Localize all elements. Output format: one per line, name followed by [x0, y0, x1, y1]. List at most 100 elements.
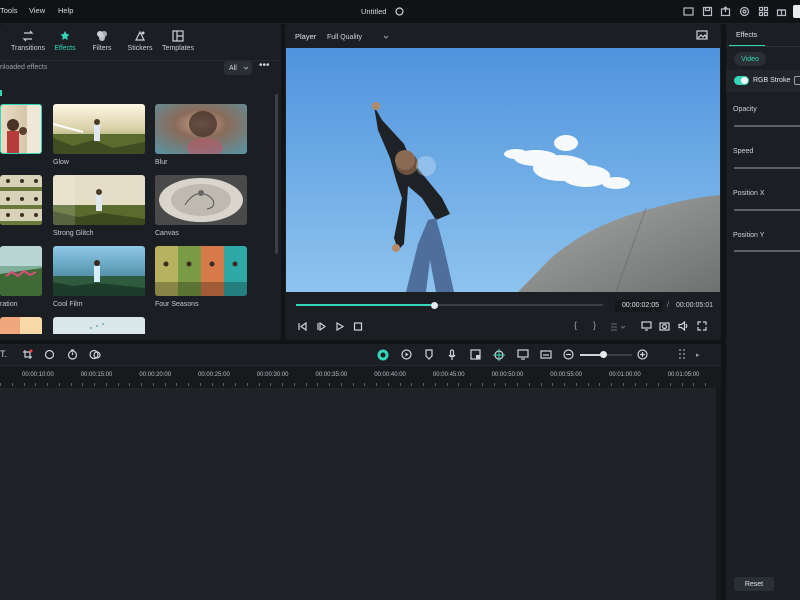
effects-filter-select[interactable]: All — [224, 61, 252, 75]
text-tool-icon[interactable]: T. — [0, 349, 7, 359]
select-value: All — [229, 64, 237, 72]
ai-tools-icon[interactable] — [493, 349, 505, 361]
tab-templates[interactable]: Templates — [157, 30, 199, 56]
gift-icon[interactable] — [776, 6, 787, 17]
play-reverse-icon[interactable] — [316, 322, 326, 331]
timeline-scrollbar[interactable] — [716, 388, 721, 600]
menu-view[interactable]: View — [29, 6, 45, 15]
split-screen-icon[interactable] — [517, 349, 529, 360]
ruler-tick — [693, 383, 695, 386]
filters-icon — [97, 31, 107, 41]
total-time: 00:00:05:01 — [676, 302, 713, 309]
more-options-icon[interactable]: ••• — [259, 60, 270, 71]
support-icon[interactable] — [739, 6, 750, 17]
ruler-tick — [105, 383, 107, 386]
effect-thumbnail-4[interactable] — [0, 175, 42, 225]
play-icon[interactable] — [335, 322, 345, 331]
video-preview[interactable] — [286, 48, 720, 292]
voiceover-icon[interactable] — [470, 349, 481, 360]
export-icon[interactable] — [720, 6, 731, 17]
timer-icon[interactable] — [67, 349, 78, 360]
previous-frame-icon[interactable] — [297, 322, 307, 331]
position-x-slider[interactable] — [734, 209, 800, 211]
login-button[interactable] — [793, 5, 800, 18]
effect-toggle[interactable] — [734, 76, 749, 85]
effect-thumbnail-strong-glitch[interactable] — [53, 175, 145, 225]
camera-icon[interactable] — [659, 321, 670, 331]
effect-thumbnail-cool-film[interactable] — [53, 246, 145, 296]
monitor-icon[interactable] — [683, 6, 694, 17]
save-icon[interactable] — [702, 6, 713, 17]
subtitle-icon[interactable] — [540, 349, 552, 360]
stop-icon[interactable] — [353, 322, 363, 331]
current-time: 00:00:02:05 — [622, 302, 659, 309]
menu-help[interactable]: Help — [58, 6, 73, 15]
ruler-tick — [552, 383, 554, 386]
mark-out-icon[interactable]: } — [593, 320, 596, 330]
volume-icon[interactable] — [678, 321, 689, 331]
effects-icon — [60, 31, 70, 40]
effect-thumbnail-11[interactable] — [53, 317, 145, 334]
zoom-in-icon[interactable] — [637, 349, 648, 360]
cloud-sync-icon[interactable] — [395, 7, 404, 16]
ruler-tick — [223, 383, 225, 386]
ruler-tick — [575, 383, 577, 386]
tab-filters[interactable]: Filters — [82, 30, 122, 56]
snapshot-icon[interactable] — [696, 30, 708, 40]
effect-thumbnail-1[interactable] — [0, 104, 42, 154]
marker-icon[interactable] — [424, 349, 434, 360]
speed-ramp-icon[interactable] — [89, 349, 102, 360]
layout-grid-icon[interactable] — [678, 348, 688, 361]
library-scrollbar[interactable] — [275, 94, 278, 254]
color-icon[interactable] — [44, 349, 55, 360]
apps-grid-icon[interactable] — [758, 6, 769, 17]
effect-thumbnail-glow[interactable] — [53, 104, 145, 154]
effect-thumbnail-10[interactable] — [0, 317, 42, 334]
ruler-tick — [481, 383, 483, 386]
fullscreen-icon[interactable] — [697, 321, 707, 331]
tab-transitions[interactable]: Transitions — [8, 30, 48, 56]
quality-select[interactable]: Full Quality — [327, 30, 389, 44]
speed-slider[interactable] — [734, 167, 800, 169]
effect-thumbnail-canvas[interactable] — [155, 175, 247, 225]
player-label: Player — [295, 32, 317, 41]
opacity-slider[interactable] — [734, 125, 800, 127]
render-icon[interactable] — [401, 349, 412, 360]
subtab-video[interactable]: Video — [734, 52, 766, 66]
playback-progress-track[interactable] — [296, 304, 603, 306]
microphone-icon[interactable] — [447, 349, 457, 360]
menu-tools[interactable]: Tools — [0, 6, 18, 15]
effect-thumbnail-blur[interactable] — [155, 104, 247, 154]
mark-in-icon[interactable]: { — [574, 320, 577, 330]
effect-thumbnail-four-seasons[interactable] — [155, 246, 247, 296]
playback-scrubber-handle[interactable] — [430, 302, 438, 309]
timeline-tracks[interactable] — [0, 388, 721, 600]
auto-highlight-icon[interactable] — [377, 349, 389, 361]
reset-button[interactable]: Reset — [734, 577, 774, 591]
ruler-time-label: 00:00:50:00 — [491, 372, 524, 378]
tab-stickers[interactable]: Stickers — [120, 30, 160, 56]
ruler-tick — [129, 383, 131, 386]
zoom-out-icon[interactable] — [563, 349, 574, 360]
more-timeline-options-icon[interactable]: ▸ — [696, 351, 700, 359]
reset-label: Reset — [744, 580, 764, 588]
ruler-tick — [587, 383, 589, 386]
render-preview-icon[interactable] — [610, 322, 626, 331]
display-settings-icon[interactable] — [641, 321, 652, 331]
ruler-tick — [164, 383, 166, 386]
effect-label: Glow — [53, 159, 69, 166]
crop-icon[interactable] — [22, 349, 33, 360]
effect-thumbnail-7[interactable] — [0, 246, 42, 296]
ruler-time-label: 00:00:55:00 — [550, 372, 582, 378]
ruler-time-label: 00:00:25:00 — [198, 372, 230, 378]
zoom-slider-handle[interactable] — [600, 351, 607, 358]
ruler-time-label: 00:00:45:00 — [432, 372, 465, 378]
ruler-tick — [282, 383, 283, 386]
effect-label: ration — [0, 301, 18, 308]
position-y-slider[interactable] — [734, 250, 800, 252]
ruler-tick — [423, 383, 424, 386]
chevron-down-icon — [243, 66, 249, 70]
tab-effects[interactable]: Effects — [45, 30, 85, 56]
effect-checkbox[interactable] — [794, 76, 800, 85]
ruler-time-label: 00:00:40:00 — [374, 372, 406, 378]
